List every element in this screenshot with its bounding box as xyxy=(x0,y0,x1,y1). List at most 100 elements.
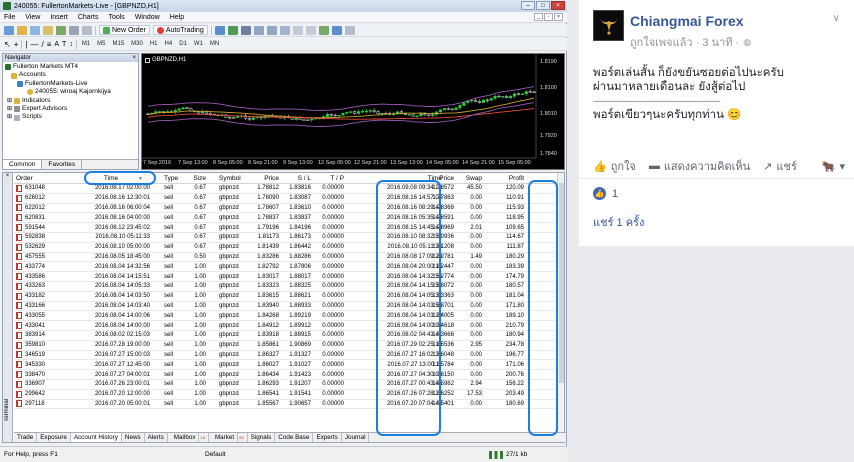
channel-icon[interactable]: ≡ xyxy=(47,40,52,49)
page-voice-selector[interactable]: 🐂 ▾ xyxy=(822,160,845,173)
tree-root[interactable]: Fullerton Markets MT4 xyxy=(5,63,136,71)
table-row[interactable]: 457555 2016.08.05 18:45:00 sell 0.50 gbpnzd 1… xyxy=(14,253,558,263)
label-icon[interactable]: T xyxy=(62,41,66,48)
strategy-tester-icon[interactable] xyxy=(82,25,92,35)
tab-signals[interactable]: Signals xyxy=(248,433,276,442)
navigator-tab-common[interactable]: Common xyxy=(3,160,43,169)
share-count[interactable]: แชร์ 1 ครั้ง xyxy=(593,213,644,231)
menu-insert[interactable]: Insert xyxy=(50,14,68,21)
table-row[interactable]: 591544 2016.08.12 23:45:02 sell 0.67 gbpnzd 1… xyxy=(14,223,558,233)
tab-market[interactable]: Market 69 xyxy=(209,433,248,442)
tab-alerts[interactable]: Alerts xyxy=(145,433,168,442)
menu-window[interactable]: Window xyxy=(135,14,160,21)
horizontal-line-icon[interactable]: — xyxy=(30,40,38,49)
minimize-button[interactable]: – xyxy=(521,1,535,10)
column-header[interactable]: Size xyxy=(194,173,206,183)
share-button[interactable]: ↗ แชร์ xyxy=(763,157,797,175)
line-chart-icon[interactable] xyxy=(240,25,251,35)
zoom-out-icon[interactable] xyxy=(266,25,277,35)
close-button[interactable]: × xyxy=(551,1,565,10)
reactions-summary[interactable]: 👍 1 xyxy=(579,178,854,208)
tree-account[interactable]: 240055: wiroaj Kajornkijya xyxy=(5,88,136,96)
vertical-line-icon[interactable]: | xyxy=(25,40,27,49)
crosshair-icon[interactable]: + xyxy=(14,40,19,49)
timeframe-m30[interactable]: M30 xyxy=(129,41,145,47)
data-window-icon[interactable] xyxy=(43,25,53,35)
column-header[interactable]: Symbol xyxy=(219,173,247,183)
table-row[interactable]: 433182 2016.08.04 14:03:50 sell 1.00 gbpnzd 1… xyxy=(14,292,558,302)
column-header[interactable]: Price xyxy=(249,173,279,183)
tree-expert-advisors[interactable]: ⊞ Expert Advisors xyxy=(5,105,136,113)
table-row[interactable]: 626012 2016.08.16 12:30:01 sell 0.67 gbpnzd 1… xyxy=(14,194,558,204)
table-row[interactable]: 433055 2016.08.04 14:00:06 sell 1.00 gbpnzd 1… xyxy=(14,311,558,322)
tab-trade[interactable]: Trade xyxy=(14,433,38,442)
timeframe-h1[interactable]: H1 xyxy=(148,41,160,47)
column-header[interactable]: Price xyxy=(412,173,454,183)
menu-view[interactable]: View xyxy=(25,14,40,21)
table-row[interactable]: 433041 2016.08.04 14:00:00 sell 1.00 gbpnzd 1… xyxy=(14,321,558,331)
table-row[interactable]: 532629 2016.08.10 05:00:00 sell 0.67 gbpnzd 1… xyxy=(14,243,558,253)
table-row[interactable]: 592838 2016.08.10 05:11:33 sell 0.67 gbpnzd 1… xyxy=(14,233,558,243)
chart-window[interactable]: GBPNZD,H1 1.8190 1.8100 1.8010 1.7920 1.… xyxy=(141,53,565,170)
terminal-close-icon[interactable]: × xyxy=(3,173,12,179)
trendline-icon[interactable]: / xyxy=(41,40,43,49)
text-icon[interactable]: A xyxy=(54,41,59,48)
tab-account-history[interactable]: Account History xyxy=(70,433,122,442)
column-header[interactable]: Swap xyxy=(454,173,482,183)
profiles-icon[interactable] xyxy=(17,25,27,35)
table-row[interactable]: 336907 2016.07.26 23:00:01 sell 1.00 gbpnzd 1… xyxy=(14,380,558,390)
table-row[interactable]: 631048 2016.08.17 02:00:00 sell 0.67 gbpnzd 1… xyxy=(14,184,558,194)
terminal-icon[interactable] xyxy=(69,25,79,35)
tab-mailbox[interactable]: Mailbox 18 xyxy=(168,433,209,442)
column-header[interactable]: Type xyxy=(164,173,192,183)
table-row[interactable]: 620831 2016.08.16 04:00:00 sell 0.67 gbpnzd 1… xyxy=(14,213,558,224)
column-header[interactable]: Profit xyxy=(484,173,524,183)
maximize-button[interactable]: □ xyxy=(536,1,550,10)
timeframe-mn[interactable]: MN xyxy=(208,41,221,47)
menu-file[interactable]: File xyxy=(4,14,15,21)
price-chart[interactable] xyxy=(142,54,566,171)
navigator-close-icon[interactable]: × xyxy=(132,54,136,62)
timeframe-h4[interactable]: H4 xyxy=(163,41,175,47)
table-row[interactable]: 359810 2016.07.28 19:00:00 sell 1.00 gbpnzd 1… xyxy=(14,341,558,351)
table-row[interactable]: 433166 2016.08.04 14:03:40 sell 1.00 gbpnzd 1… xyxy=(14,302,558,312)
table-row[interactable]: 383914 2016.08.02 02:15:03 sell 1.00 gbpnzd 1… xyxy=(14,331,558,341)
new-order-button[interactable]: New Order xyxy=(99,25,150,35)
table-row[interactable]: 345330 2016.07.27 12:45:00 sell 1.00 gbpnzd 1… xyxy=(14,360,558,371)
table-row[interactable]: 346519 2016.07.27 15:00:03 sell 1.00 gbpnzd 1… xyxy=(14,351,558,361)
menu-help[interactable]: Help xyxy=(170,14,184,21)
market-watch-icon[interactable] xyxy=(30,25,40,35)
bar-chart-icon[interactable] xyxy=(214,25,225,35)
timeframe-d1[interactable]: D1 xyxy=(177,41,189,47)
like-button[interactable]: 👍 ถูกใจ xyxy=(593,157,636,175)
zoom-in-icon[interactable] xyxy=(253,25,264,35)
mdi-minimize-button[interactable]: _ xyxy=(534,13,543,21)
tree-accounts[interactable]: Accounts xyxy=(5,71,136,79)
autotrading-button[interactable]: AutoTrading xyxy=(152,25,208,35)
table-scrollbar[interactable] xyxy=(557,173,564,433)
tile-windows-icon[interactable] xyxy=(279,25,290,35)
scrollbar-thumb[interactable] xyxy=(559,183,564,383)
table-row[interactable]: 297118 2016.07.20 05:00:01 sell 1.00 gbpnzd 1… xyxy=(14,400,558,410)
tab-experts[interactable]: Experts xyxy=(313,433,342,442)
tree-indicators[interactable]: ⊞ Indicators xyxy=(5,97,136,105)
timeframe-m5[interactable]: M5 xyxy=(95,41,107,47)
tab-journal[interactable]: Journal xyxy=(342,433,370,442)
column-header[interactable]: Order xyxy=(16,173,76,183)
column-header[interactable]: T / P xyxy=(310,173,344,183)
table-row[interactable]: 622012 2016.08.16 06:00:04 sell 0.67 gbpnzd 1… xyxy=(14,204,558,214)
tree-server[interactable]: FullertonMarkets-Live xyxy=(5,80,136,88)
indicators-icon[interactable] xyxy=(318,25,329,35)
timeframe-w1[interactable]: W1 xyxy=(192,41,205,47)
chart-shift-icon[interactable] xyxy=(292,25,303,35)
menu-charts[interactable]: Charts xyxy=(78,14,99,21)
arrows-icon[interactable]: ↕ xyxy=(69,41,73,48)
table-row[interactable]: 433263 2016.08.04 14:05:33 sell 1.00 gbpnzd 1… xyxy=(14,282,558,292)
table-row[interactable]: 433774 2016.08.04 14:32:56 sell 1.00 gbpnzd 1… xyxy=(14,262,558,273)
navigator-icon[interactable] xyxy=(56,25,66,35)
tab-exposure[interactable]: Exposure xyxy=(37,433,71,442)
timeframe-m15[interactable]: M15 xyxy=(111,41,127,47)
new-chart-icon[interactable] xyxy=(4,25,14,35)
mdi-restore-button[interactable]: ▫ xyxy=(544,13,553,21)
chevron-down-icon[interactable]: ∨ xyxy=(833,13,840,24)
